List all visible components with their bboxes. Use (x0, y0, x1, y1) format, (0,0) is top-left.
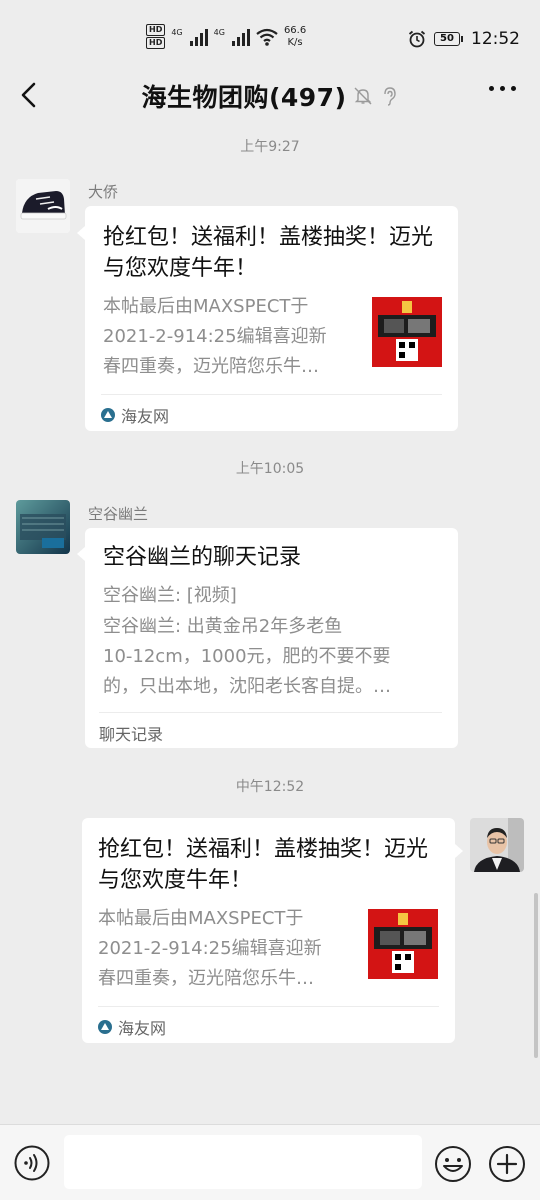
hd-badge-1: HD (146, 24, 166, 36)
card-description-line-3: 春四重奏，迈光陪您乐牛… (98, 968, 314, 989)
message-input[interactable] (64, 1135, 422, 1189)
card-description-line-2: 2021-2-914:25编辑喜迎新 (103, 326, 327, 347)
record-footer: 聊天记录 (99, 712, 442, 745)
network-type-2: 4G (213, 28, 225, 37)
input-bar (0, 1124, 540, 1200)
signal-icon (189, 28, 208, 46)
sender-name: 空谷幽兰 (88, 505, 149, 523)
chat-header: 海生物团购(497) (0, 70, 540, 120)
record-line-2: 空谷幽兰: 出黄金吊2年多老鱼 (103, 616, 343, 637)
timestamp: 中午12:52 (235, 779, 305, 795)
battery-icon: 50 (434, 32, 463, 46)
speed-unit: K/s (287, 36, 303, 48)
more-icon[interactable] (489, 86, 516, 91)
card-thumbnail (368, 909, 438, 979)
card-description-line-2: 2021-2-914:25编辑喜迎新 (98, 938, 322, 959)
clock: 12:52 (471, 29, 520, 49)
card-description-line-1: 本帖最后由MAXSPECT于 (98, 908, 304, 929)
card-description-line-1: 本帖最后由MAXSPECT于 (103, 296, 309, 317)
bubble-tail (455, 844, 463, 858)
network-speed: 66.6 K/s (284, 25, 306, 49)
card-source-name: 海友网 (121, 407, 170, 426)
chat-title[interactable]: 海生物团购(497) (141, 78, 346, 114)
status-bar: HD HD 4G 4G 66.6 K/s 50 12:52 (0, 0, 540, 70)
ear-icon (383, 87, 396, 106)
timestamp: 上午9:27 (240, 139, 300, 155)
wifi-icon (256, 28, 278, 46)
hd-icon: HD HD (146, 24, 166, 49)
system-status: 50 12:52 (408, 29, 520, 49)
sender-name: 大侨 (88, 183, 119, 201)
timestamp: 上午10:05 (235, 461, 305, 477)
avatar[interactable] (16, 500, 70, 554)
source-logo-icon (101, 408, 115, 422)
card-source: 海友网 (101, 394, 442, 427)
emoji-icon[interactable] (434, 1145, 472, 1183)
scrollbar[interactable] (534, 893, 538, 1058)
plus-icon[interactable] (488, 1145, 526, 1183)
card-thumbnail (372, 297, 442, 367)
link-card[interactable]: 抢红包！送福利！盖楼抽奖！迈光与您欢度牛年！ 本帖最后由MAXSPECT于 20… (85, 206, 458, 431)
link-card[interactable]: 抢红包！送福利！盖楼抽奖！迈光与您欢度牛年！ 本帖最后由MAXSPECT于 20… (82, 818, 455, 1043)
hd-badge-2: HD (146, 37, 166, 49)
record-line-1: 空谷幽兰: [视频] (103, 585, 237, 606)
bubble-tail (77, 226, 85, 240)
mute-bell-icon (354, 87, 372, 105)
avatar[interactable] (470, 818, 524, 872)
network-type-1: 4G (171, 28, 183, 37)
chat-title-group: 海生物团购(497) (0, 78, 540, 114)
voice-icon[interactable] (14, 1145, 50, 1181)
card-source-name: 海友网 (118, 1019, 167, 1038)
card-title: 抢红包！送福利！盖楼抽奖！迈光与您欢度牛年！ (103, 225, 434, 281)
chat-record-card[interactable]: 空谷幽兰的聊天记录 空谷幽兰: [视频] 空谷幽兰: 出黄金吊2年多老鱼 10-… (85, 528, 458, 748)
record-footer-label: 聊天记录 (99, 725, 164, 744)
avatar[interactable] (16, 179, 70, 233)
network-status: HD HD 4G 4G 66.6 K/s (146, 24, 306, 49)
battery-level: 50 (434, 32, 460, 46)
alarm-icon (408, 30, 426, 48)
bubble-tail (77, 547, 85, 561)
record-line-3: 10-12cm，1000元，肥的不要不要 (103, 646, 391, 667)
speed-value: 66.6 (283, 24, 307, 36)
card-description-line-3: 春四重奏，迈光陪您乐牛… (103, 356, 319, 377)
record-line-4: 的，只出本地，沈阳老长客自提。… (103, 676, 391, 697)
card-source: 海友网 (98, 1006, 439, 1039)
record-title: 空谷幽兰的聊天记录 (103, 545, 302, 570)
signal-icon (231, 28, 250, 46)
card-title: 抢红包！送福利！盖楼抽奖！迈光与您欢度牛年！ (98, 837, 429, 893)
source-logo-icon (98, 1020, 112, 1034)
